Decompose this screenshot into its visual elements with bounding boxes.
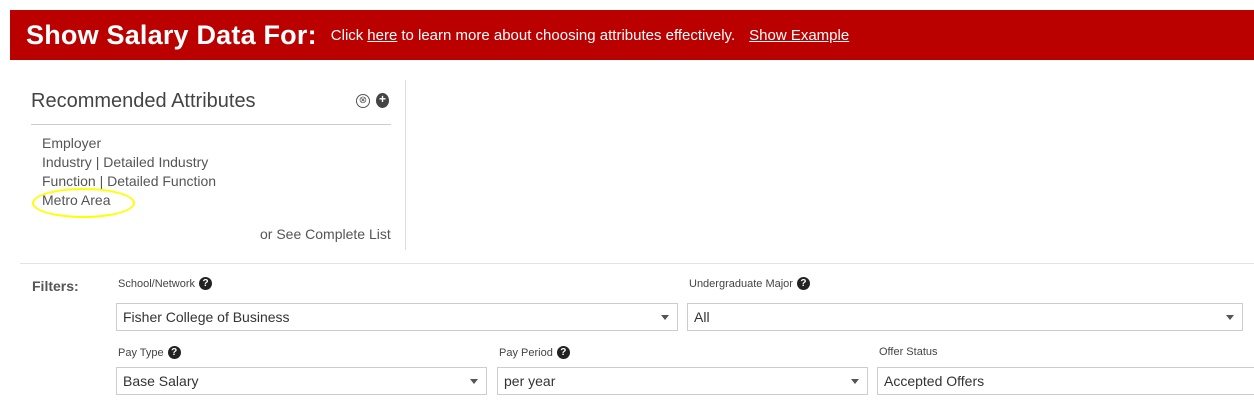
add-circle-icon[interactable]: + (376, 93, 389, 108)
remove-circle-icon[interactable]: ⊗ (356, 93, 370, 108)
recommended-attributes-title: Recommended Attributes (31, 90, 256, 112)
undergraduate-major-select[interactable]: All (687, 303, 1243, 331)
attribute-list: Employer Industry | Detailed Industry Fu… (32, 134, 216, 218)
pay-period-select[interactable]: per year (497, 367, 868, 395)
pay-type-label-text: Pay Type (118, 346, 164, 359)
chevron-down-icon (1226, 314, 1234, 320)
attribute-industry[interactable]: Industry | Detailed Industry (42, 154, 208, 170)
header-banner: Show Salary Data For: Click here to lear… (10, 10, 1254, 60)
banner-text-prefix: Click (330, 26, 364, 44)
banner-text-suffix: to learn more about choosing attributes … (401, 26, 736, 44)
recommended-attributes-header: Recommended Attributes ⊗ + (31, 90, 391, 125)
offer-status-label: Offer Status (879, 346, 938, 358)
undergraduate-major-value: All (694, 309, 710, 325)
pay-period-label: Pay Period ? (499, 346, 570, 359)
panel-controls: ⊗ + (356, 93, 389, 108)
chevron-down-icon (661, 314, 669, 320)
page-title: Show Salary Data For: (26, 19, 317, 50)
here-link[interactable]: here (367, 27, 397, 44)
undergraduate-major-label-text: Undergraduate Major (689, 277, 793, 290)
help-icon[interactable]: ? (556, 346, 570, 359)
undergraduate-major-label: Undergraduate Major ? (689, 277, 810, 290)
help-icon[interactable]: ? (796, 277, 810, 290)
attribute-metro-area[interactable]: Metro Area (42, 192, 110, 208)
chevron-down-icon (851, 378, 859, 384)
show-example-link[interactable]: Show Example (749, 27, 849, 44)
help-icon[interactable]: ? (167, 346, 181, 359)
school-network-label-text: School/Network (118, 277, 196, 290)
banner-help-text: Click here to learn more about choosing … (331, 27, 849, 44)
offer-status-select[interactable]: Accepted Offers (877, 367, 1254, 395)
offer-status-label-text: Offer Status (879, 346, 938, 358)
recommended-attributes-panel: Recommended Attributes ⊗ + Employer Indu… (20, 80, 406, 250)
attribute-employer[interactable]: Employer (42, 135, 101, 151)
pay-period-label-text: Pay Period (499, 346, 553, 359)
school-network-value: Fisher College of Business (123, 309, 290, 325)
pay-type-label: Pay Type ? (118, 346, 181, 359)
pay-period-value: per year (504, 373, 556, 389)
pay-type-select[interactable]: Base Salary (116, 367, 487, 395)
see-complete-list-link[interactable]: or See Complete List (260, 226, 391, 242)
attribute-function[interactable]: Function | Detailed Function (42, 173, 216, 189)
school-network-select[interactable]: Fisher College of Business (116, 303, 678, 331)
chevron-down-icon (470, 378, 478, 384)
section-divider (20, 263, 1254, 264)
help-icon[interactable]: ? (199, 277, 213, 290)
filters-label: Filters: (32, 278, 79, 294)
offer-status-value: Accepted Offers (884, 373, 985, 389)
pay-type-value: Base Salary (123, 373, 199, 389)
school-network-label: School/Network ? (118, 277, 213, 290)
